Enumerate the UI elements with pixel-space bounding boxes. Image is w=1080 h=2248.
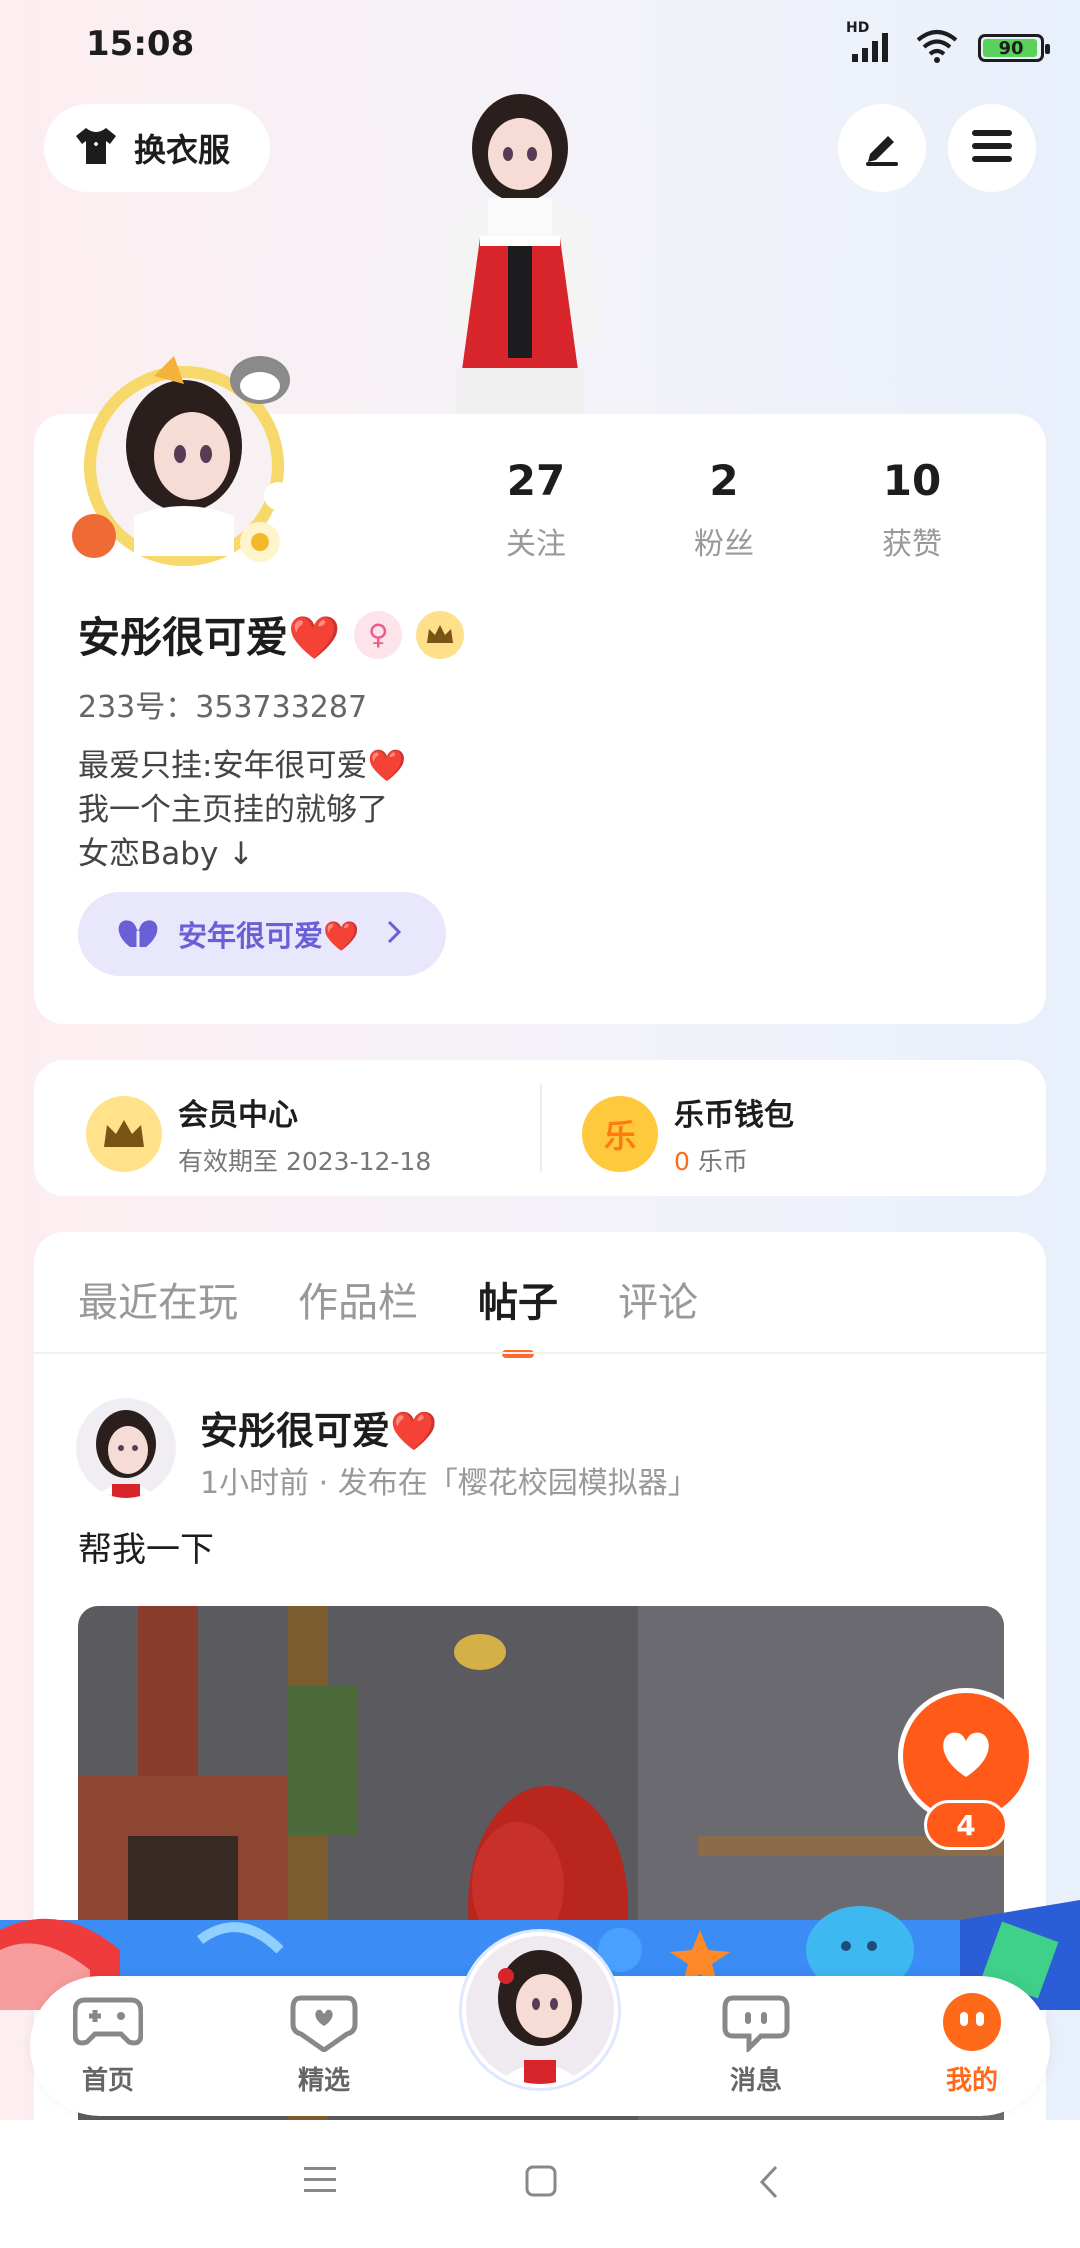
crown-icon	[86, 1096, 162, 1172]
linked-profile-label: 安年很可爱❤️	[178, 919, 360, 953]
coin-icon: 乐	[582, 1096, 658, 1172]
stat-likes-value: 10	[882, 456, 942, 505]
stat-likes[interactable]: 10 获赞	[818, 456, 1006, 563]
member-wallet-card: 会员中心 有效期至 2023-12-18 乐 乐币钱包 0 乐币	[34, 1060, 1046, 1196]
signal-icon: HD	[846, 20, 896, 68]
message-icon	[721, 1992, 791, 2056]
center-avatar-button[interactable]	[462, 1932, 618, 2088]
nav-me[interactable]: 我的	[912, 1992, 1032, 2097]
divider	[34, 1352, 1046, 1354]
chevron-right-icon	[385, 919, 403, 949]
battery-level: 90	[998, 37, 1024, 59]
battery-icon: 90	[978, 34, 1050, 62]
crown-icon	[416, 610, 465, 659]
profile-tabs: 最近在玩 作品栏 帖子 评论	[78, 1270, 698, 1358]
like-count-badge: 4	[924, 1800, 1008, 1850]
post-meta: 1小时前 · 发布在「樱花校园模拟器」	[200, 1466, 698, 1501]
coin-wallet-title: 乐币钱包	[674, 1098, 794, 1133]
stat-following[interactable]: 27 关注	[442, 456, 630, 563]
nav-me-label: 我的	[945, 2066, 998, 2096]
edit-button[interactable]	[838, 104, 926, 192]
nav-messages[interactable]: 消息	[696, 1992, 816, 2097]
nav-home-label: 首页	[81, 2066, 134, 2096]
nav-featured[interactable]: 精选	[264, 1992, 384, 2097]
post-author[interactable]: 安彤很可爱❤️	[200, 1400, 437, 1455]
status-icons: HD 90	[846, 20, 1050, 68]
change-outfit-button[interactable]: 换衣服	[44, 104, 270, 192]
stat-followers-value: 2	[709, 456, 739, 505]
stat-following-label: 关注	[506, 527, 566, 562]
wifi-icon	[914, 28, 960, 68]
divider	[540, 1084, 542, 1172]
profile-avatar[interactable]	[64, 336, 304, 576]
post-author-avatar[interactable]	[76, 1398, 176, 1498]
nav-home[interactable]: 首页	[48, 1992, 168, 2097]
system-nav-bar	[0, 2120, 1080, 2248]
stat-likes-label: 获赞	[882, 527, 942, 562]
change-outfit-label: 换衣服	[134, 131, 231, 169]
female-icon: ♀	[354, 610, 403, 659]
coin-balance: 0 乐币	[674, 1142, 794, 1178]
tab-posts[interactable]: 帖子	[478, 1270, 558, 1358]
shirt-icon	[72, 122, 120, 174]
home-icon[interactable]	[524, 2164, 558, 2202]
username: 安彤很可爱❤️	[78, 613, 341, 662]
member-center-title: 会员中心	[178, 1098, 298, 1133]
pen-icon	[860, 124, 904, 172]
back-icon[interactable]	[756, 2164, 782, 2204]
purple-heart-icon	[116, 915, 160, 953]
heart-icon	[938, 1729, 994, 1783]
status-bar: 15:08 HD 90	[0, 0, 1080, 96]
gamepad-icon	[72, 1992, 144, 2056]
coin-wallet[interactable]: 乐 乐币钱包 0 乐币	[582, 1090, 794, 1178]
tab-works[interactable]: 作品栏	[298, 1270, 418, 1328]
member-expiry: 有效期至 2023-12-18	[178, 1147, 432, 1176]
menu-icon	[970, 126, 1014, 170]
member-center[interactable]: 会员中心 有效期至 2023-12-18	[86, 1090, 431, 1178]
profile-stats: 27 关注 2 粉丝 10 获赞	[442, 456, 1006, 563]
bio-line: 女恋Baby ↓	[78, 836, 255, 872]
heart-chat-icon	[289, 1992, 359, 2056]
nav-featured-label: 精选	[297, 2066, 350, 2096]
bio-line: 最爱只挂:安年很可爱❤️	[78, 748, 407, 784]
menu-button[interactable]	[948, 104, 1036, 192]
nav-messages-label: 消息	[729, 2066, 782, 2096]
face-icon	[940, 1992, 1004, 2056]
bio-line: 我一个主页挂的就够了	[78, 792, 388, 828]
tab-comments[interactable]: 评论	[618, 1270, 698, 1328]
post-text: 帮我一下	[78, 1530, 214, 1570]
bio: 最爱只挂:安年很可爱❤️ 我一个主页挂的就够了 女恋Baby ↓	[78, 744, 406, 876]
stat-following-value: 27	[506, 456, 566, 505]
stat-followers-label: 粉丝	[694, 527, 754, 562]
coin-amount: 0	[674, 1147, 690, 1176]
user-id: 233号：353733287	[78, 690, 368, 725]
network-label: HD	[846, 20, 870, 36]
stat-followers[interactable]: 2 粉丝	[630, 456, 818, 563]
tab-recent[interactable]: 最近在玩	[78, 1270, 238, 1328]
status-time: 15:08	[86, 24, 195, 64]
linked-profile-pill[interactable]: 安年很可爱❤️	[78, 892, 446, 976]
character-figure[interactable]	[370, 88, 670, 414]
username-row: 安彤很可爱❤️ ♀	[78, 604, 465, 665]
coin-unit: 乐币	[697, 1147, 748, 1176]
recent-apps-icon[interactable]	[302, 2164, 338, 2200]
